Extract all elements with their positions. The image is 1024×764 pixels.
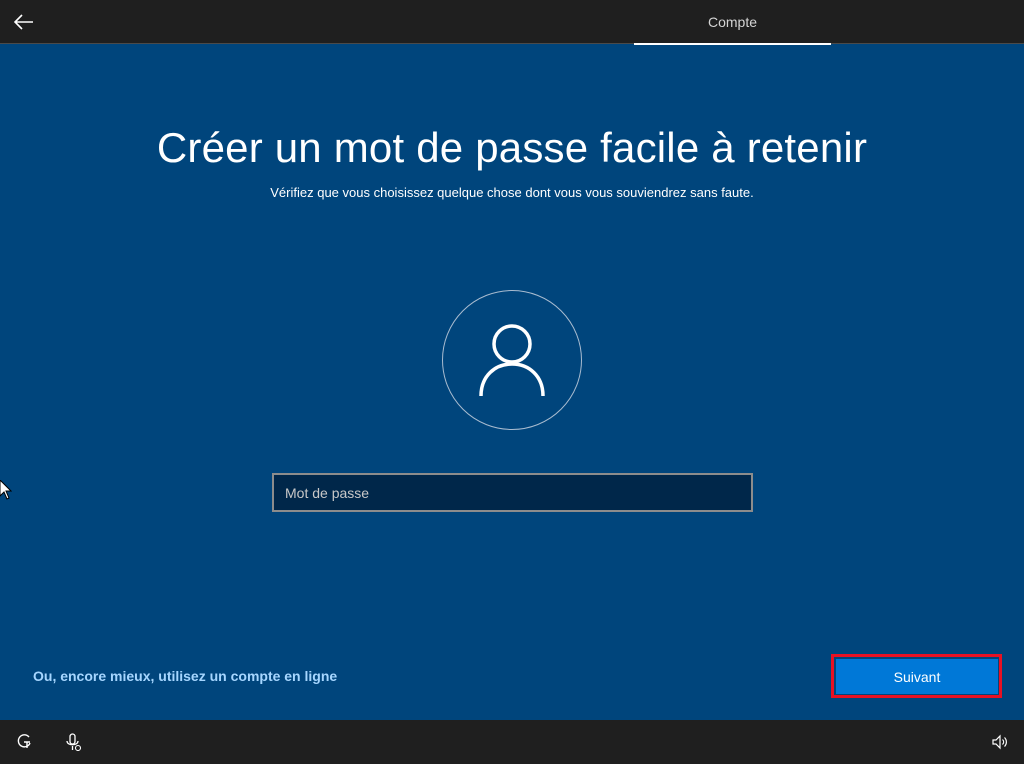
avatar — [442, 290, 582, 430]
ease-of-access-icon — [17, 734, 31, 748]
tab-compte[interactable]: Compte — [634, 0, 831, 45]
password-input[interactable] — [272, 473, 753, 512]
page-title: Créer un mot de passe facile à retenir — [156, 124, 868, 171]
ease-of-access-button[interactable] — [15, 733, 33, 751]
tab-label: Compte — [707, 14, 758, 30]
microphone-button[interactable] — [64, 733, 82, 751]
tab-active-indicator — [634, 43, 831, 45]
page-subtitle: Vérifiez que vous choisissez quelque cho… — [270, 185, 754, 200]
volume-icon — [992, 734, 1007, 750]
top-bar: Compte — [0, 0, 1024, 45]
back-button[interactable] — [10, 8, 38, 36]
user-icon — [479, 324, 545, 397]
volume-button[interactable] — [991, 733, 1009, 751]
online-account-link[interactable]: Ou, encore mieux, utilisez un compte en … — [33, 668, 337, 684]
next-button[interactable]: Suivant — [836, 659, 998, 694]
microphone-icon — [66, 733, 82, 751]
back-arrow-icon — [14, 14, 33, 30]
mouse-cursor-icon — [0, 480, 12, 500]
bottom-bar — [0, 720, 1024, 764]
